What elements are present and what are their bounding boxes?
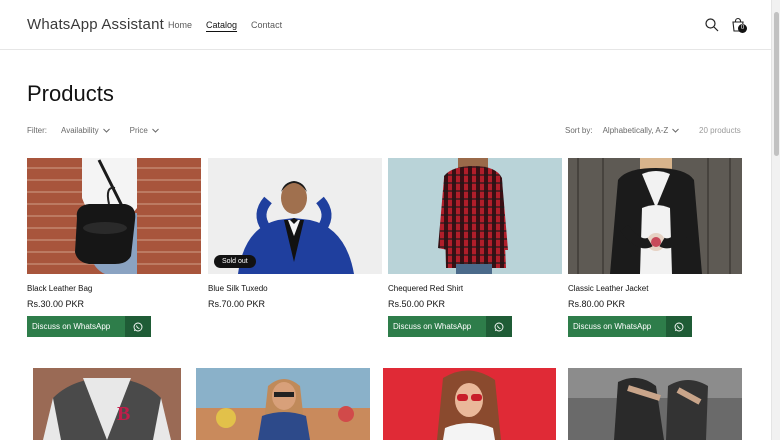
main-nav: Home Catalog Contact — [168, 20, 282, 30]
availability-filter[interactable]: Availability — [61, 126, 110, 135]
product-price: Rs.30.00 PKR — [27, 299, 85, 309]
discuss-whatsapp-label: Discuss on WhatsApp — [27, 316, 125, 337]
product-card[interactable] — [196, 368, 370, 440]
product-image[interactable] — [383, 368, 556, 440]
cart-count-badge: 0 — [738, 24, 747, 33]
product-image[interactable] — [196, 368, 370, 440]
price-filter-label: Price — [129, 126, 148, 135]
product-card[interactable] — [383, 368, 557, 440]
product-card[interactable]: Sold out Blue Silk Tuxedo Rs.70.00 PKR — [208, 158, 382, 309]
nav-contact[interactable]: Contact — [251, 20, 282, 30]
search-icon[interactable] — [704, 17, 720, 33]
nav-home[interactable]: Home — [168, 20, 192, 30]
sort-value: Alphabetically, A-Z — [602, 126, 669, 135]
chevron-down-icon — [152, 128, 159, 133]
product-image[interactable] — [568, 158, 742, 274]
svg-text:B: B — [117, 403, 130, 425]
product-image[interactable]: Sold out — [208, 158, 382, 274]
site-header: WhatsApp Assistant Home Catalog Contact … — [0, 0, 771, 50]
product-price: Rs.50.00 PKR — [388, 299, 446, 309]
chevron-down-icon — [672, 128, 680, 133]
product-image[interactable] — [568, 368, 742, 440]
chevron-down-icon — [102, 128, 110, 133]
price-filter[interactable]: Price — [130, 126, 159, 135]
sort-label: Sort by: — [565, 126, 593, 135]
discuss-whatsapp-button[interactable]: Discuss on WhatsApp — [27, 316, 151, 337]
product-card[interactable]: Chequered Red Shirt Rs.50.00 PKR Discuss… — [388, 158, 562, 337]
product-card[interactable] — [568, 368, 742, 440]
product-price: Rs.80.00 PKR — [568, 299, 626, 309]
sort-select[interactable]: Alphabetically, A-Z — [603, 126, 680, 135]
page-scrollbar[interactable] — [771, 0, 780, 440]
discuss-whatsapp-label: Discuss on WhatsApp — [568, 316, 666, 337]
whatsapp-icon — [666, 316, 692, 337]
product-name[interactable]: Classic Leather Jacket — [568, 284, 648, 293]
product-card[interactable]: Classic Leather Jacket Rs.80.00 PKR Disc… — [568, 158, 742, 337]
product-count: 20 products — [699, 126, 741, 135]
discuss-whatsapp-button[interactable]: Discuss on WhatsApp — [388, 316, 512, 337]
nav-catalog[interactable]: Catalog — [206, 20, 237, 30]
product-price: Rs.70.00 PKR — [208, 299, 266, 309]
discuss-whatsapp-label: Discuss on WhatsApp — [388, 316, 486, 337]
product-image[interactable] — [388, 158, 562, 274]
whatsapp-icon — [125, 316, 151, 337]
page-title: Products — [27, 81, 114, 106]
sort-control: Sort by: Alphabetically, A-Z — [565, 126, 680, 135]
sold-out-badge: Sold out — [214, 255, 256, 268]
site-logo[interactable]: WhatsApp Assistant — [27, 16, 164, 33]
product-card[interactable]: B — [33, 368, 207, 440]
product-name[interactable]: Chequered Red Shirt — [388, 284, 463, 293]
discuss-whatsapp-button[interactable]: Discuss on WhatsApp — [568, 316, 692, 337]
filter-label: Filter: — [27, 126, 47, 135]
whatsapp-icon — [486, 316, 512, 337]
product-card[interactable]: Black Leather Bag Rs.30.00 PKR Discuss o… — [27, 158, 201, 337]
availability-filter-label: Availability — [61, 126, 99, 135]
product-image[interactable] — [27, 158, 201, 274]
filter-bar: Filter: Availability Price — [27, 126, 159, 135]
product-image[interactable]: B — [33, 368, 181, 440]
product-name[interactable]: Blue Silk Tuxedo — [208, 284, 268, 293]
scrollbar-thumb[interactable] — [774, 12, 779, 156]
product-name[interactable]: Black Leather Bag — [27, 284, 92, 293]
